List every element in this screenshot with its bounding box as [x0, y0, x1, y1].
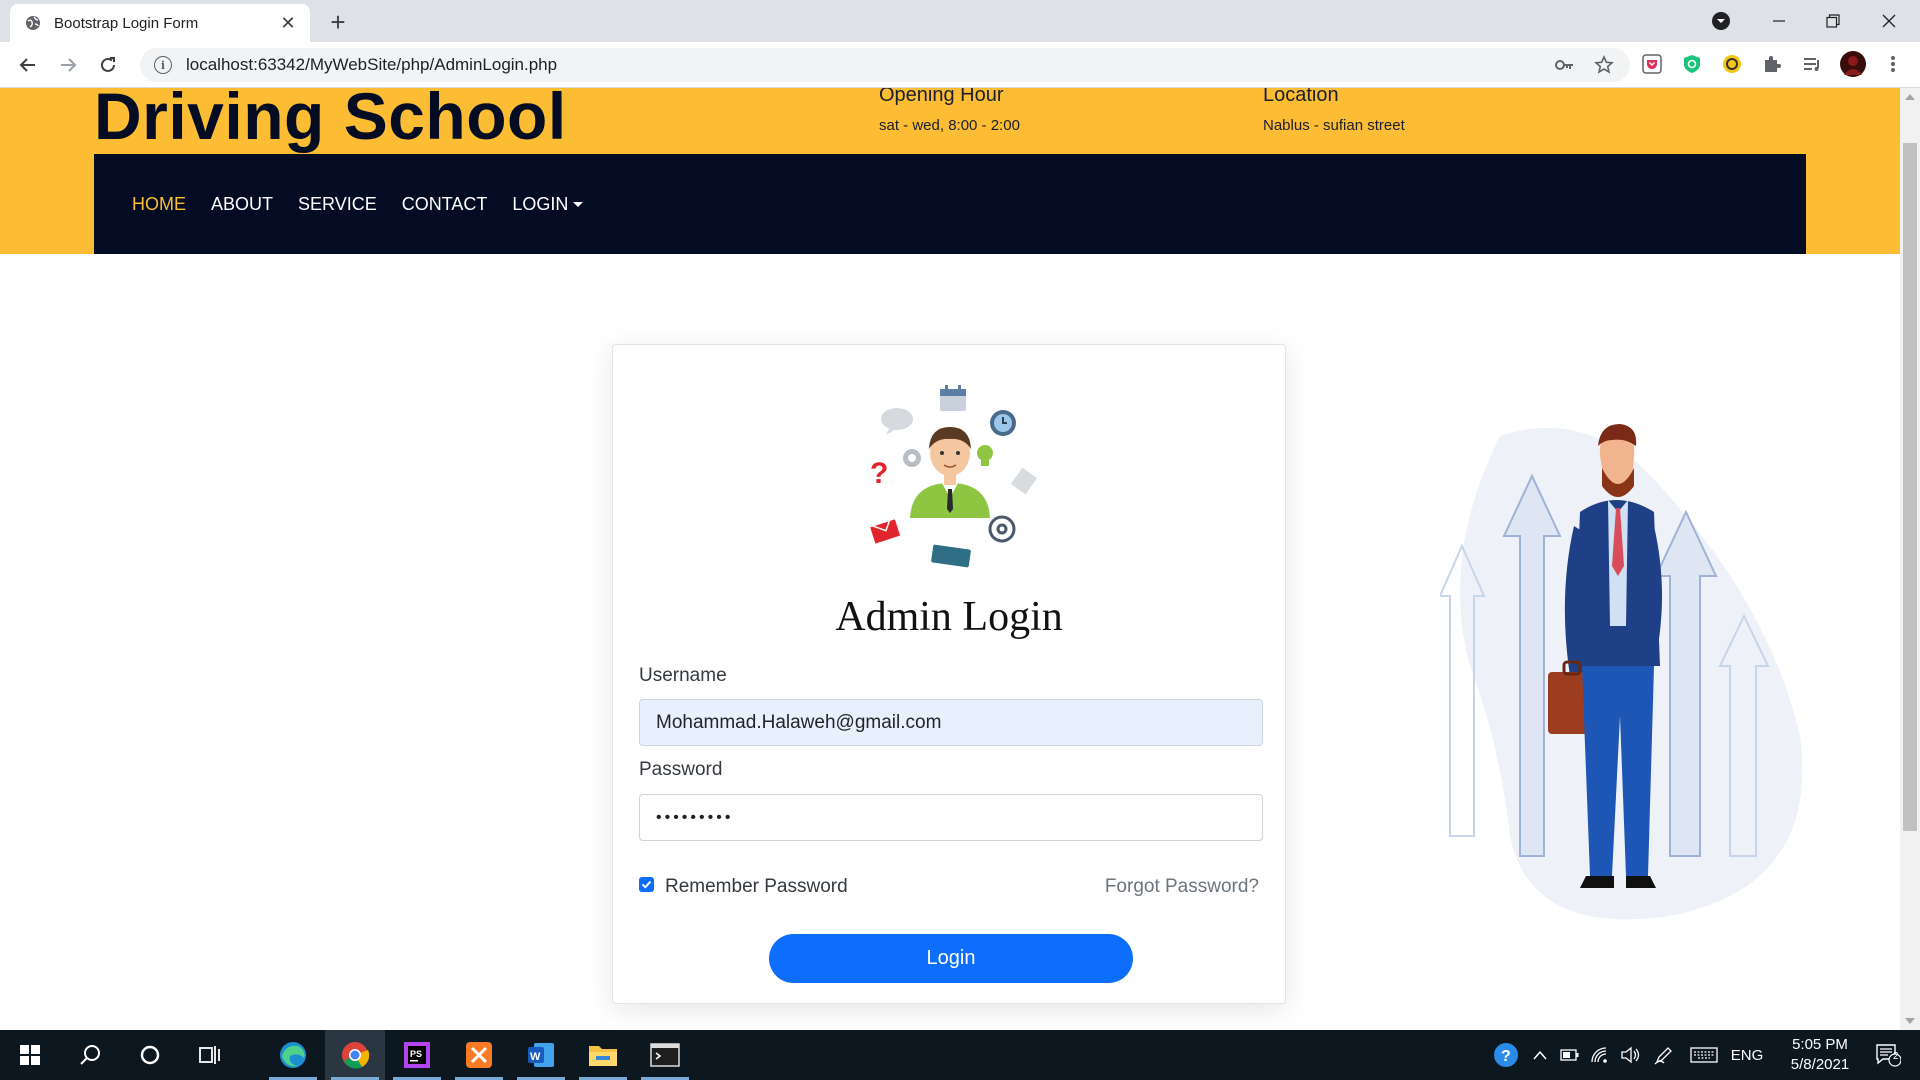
file-explorer-icon[interactable] [573, 1030, 633, 1080]
close-window-icon[interactable] [1866, 0, 1912, 42]
page-viewport: Driving School Opening Hour sat - wed, 8… [0, 88, 1900, 1030]
coin-extension-icon[interactable] [1721, 53, 1743, 75]
caret-down-icon [573, 201, 584, 207]
opening-hour-heading: Opening Hour [879, 88, 1004, 106]
nav-login-dropdown[interactable]: LOGIN [512, 193, 584, 215]
minimize-icon[interactable] [1756, 0, 1802, 42]
nav-contact[interactable]: CONTACT [402, 194, 488, 215]
globe-icon [24, 14, 42, 32]
site-info-icon[interactable]: i [154, 56, 172, 74]
remember-checkbox[interactable] [639, 876, 654, 892]
battery-icon[interactable] [1556, 1030, 1584, 1080]
svg-text:W: W [530, 1051, 541, 1063]
location-block: Location Nablus - sufian street [1263, 88, 1405, 134]
svg-text:?: ? [1501, 1048, 1511, 1065]
xampp-app-icon[interactable] [449, 1030, 509, 1080]
site-header: Driving School Opening Hour sat - wed, 8… [0, 88, 1900, 254]
profile-avatar[interactable] [1840, 51, 1866, 77]
chevron-up-icon[interactable] [1526, 1030, 1554, 1080]
new-tab-button[interactable]: + [325, 7, 351, 37]
nav-home[interactable]: HOME [132, 194, 186, 215]
admin-avatar-illustration: ? [870, 385, 1038, 568]
search-icon[interactable] [60, 1030, 120, 1080]
location-heading: Location [1263, 88, 1339, 106]
forgot-password-link[interactable]: Forgot Password? [1105, 876, 1259, 898]
nav-login-label: LOGIN [512, 193, 569, 214]
svg-text:PS: PS [410, 1049, 422, 1059]
browser-toolbar: i localhost:63342/MyWebSite/php/AdminLog… [0, 42, 1920, 88]
help-icon[interactable]: ? [1488, 1030, 1524, 1080]
forward-arrow-icon[interactable] [54, 51, 82, 79]
key-icon[interactable] [1554, 56, 1574, 79]
username-input[interactable]: Mohammad.Halaweh@gmail.com [639, 699, 1263, 746]
username-label: Username [639, 665, 727, 686]
pocket-extension-icon[interactable] [1641, 53, 1663, 75]
notification-center-icon[interactable]: 2 [1868, 1030, 1908, 1080]
login-title: Admin Login [835, 594, 1063, 640]
remember-password-control[interactable]: Remember Password [639, 876, 848, 898]
restore-icon[interactable] [1810, 0, 1856, 42]
clock-date: 5/8/2021 [1790, 1056, 1850, 1073]
password-label: Password [639, 759, 723, 780]
close-tab-icon[interactable]: ✕ [278, 13, 298, 33]
phpstorm-app-icon[interactable]: PS [387, 1030, 447, 1080]
scroll-down-arrow-icon[interactable] [1905, 1018, 1915, 1024]
taskbar-clock[interactable]: 5:05 PM 5/8/2021 [1770, 1035, 1870, 1075]
reload-icon[interactable] [94, 51, 122, 79]
opening-hour-block: Opening Hour sat - wed, 8:00 - 2:00 [879, 88, 1020, 134]
wifi-icon[interactable] [1586, 1030, 1614, 1080]
language-indicator[interactable]: ENG [1726, 1030, 1768, 1080]
address-bar[interactable]: i localhost:63342/MyWebSite/php/AdminLog… [140, 48, 1630, 82]
cortana-icon[interactable] [120, 1030, 180, 1080]
task-view-icon[interactable] [180, 1030, 240, 1080]
volume-icon[interactable] [1616, 1030, 1644, 1080]
scroll-thumb[interactable] [1903, 143, 1917, 831]
nav-about[interactable]: ABOUT [211, 194, 273, 215]
remember-label: Remember Password [665, 876, 848, 897]
notification-count: 2 [1893, 1051, 1899, 1062]
browser-tabbar: Bootstrap Login Form ✕ + [0, 0, 1920, 42]
businessman-illustration [1440, 424, 1803, 920]
browser-menu-icon[interactable] [1882, 53, 1904, 75]
opening-hour-value: sat - wed, 8:00 - 2:00 [879, 117, 1020, 134]
bookmark-star-icon[interactable] [1594, 55, 1614, 80]
nav-service[interactable]: SERVICE [298, 194, 377, 215]
profile-dropdown-icon[interactable] [1706, 0, 1736, 42]
back-arrow-icon[interactable] [14, 51, 42, 79]
tab-title: Bootstrap Login Form [54, 14, 199, 32]
shield-extension-icon[interactable] [1681, 53, 1703, 75]
page-scrollbar[interactable] [1900, 88, 1920, 1030]
edge-app-icon[interactable] [263, 1030, 323, 1080]
keyboard-icon[interactable] [1688, 1030, 1720, 1080]
extensions-puzzle-icon[interactable] [1761, 53, 1783, 75]
location-value: Nablus - sufian street [1263, 117, 1405, 134]
terminal-app-icon[interactable] [635, 1030, 695, 1080]
media-queue-icon[interactable] [1801, 53, 1823, 75]
scroll-up-arrow-icon[interactable] [1905, 94, 1915, 100]
browser-tab[interactable]: Bootstrap Login Form ✕ [10, 4, 310, 42]
main-navbar: HOME ABOUT SERVICE CONTACT LOGIN [94, 154, 1806, 254]
login-card: ? Admin Login Username Mohammad.Halaweh@… [612, 344, 1286, 1004]
pen-icon[interactable] [1650, 1030, 1678, 1080]
windows-start-icon[interactable] [0, 1030, 60, 1080]
word-app-icon[interactable]: W [511, 1030, 571, 1080]
password-input[interactable]: ••••••••• [639, 794, 1263, 841]
clock-time: 5:05 PM [1792, 1036, 1848, 1053]
svg-text:?: ? [870, 457, 888, 490]
site-brand[interactable]: Driving School [94, 88, 567, 154]
chrome-app-icon[interactable] [325, 1030, 385, 1080]
windows-taskbar: PS W ? ENG 5:05 PM 5/8/2021 2 [0, 1030, 1920, 1080]
login-button[interactable]: Login [769, 934, 1133, 983]
url-text: localhost:63342/MyWebSite/php/AdminLogin… [186, 55, 558, 74]
